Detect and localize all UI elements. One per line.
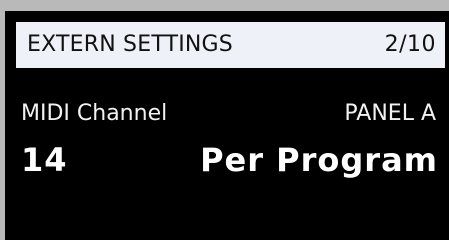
panel-label: PANEL A — [344, 101, 436, 126]
header-bar: EXTERN SETTINGS 2/10 — [16, 22, 445, 68]
display-screen: EXTERN SETTINGS 2/10 MIDI Channel PANEL … — [5, 11, 449, 240]
parameter-mode: Per Program — [200, 141, 438, 179]
menu-title: EXTERN SETTINGS — [27, 32, 233, 57]
parameter-value: 14 — [21, 141, 68, 179]
parameter-name: MIDI Channel — [21, 101, 168, 126]
page-indicator: 2/10 — [384, 32, 436, 57]
device-bezel: EXTERN SETTINGS 2/10 MIDI Channel PANEL … — [0, 0, 449, 240]
